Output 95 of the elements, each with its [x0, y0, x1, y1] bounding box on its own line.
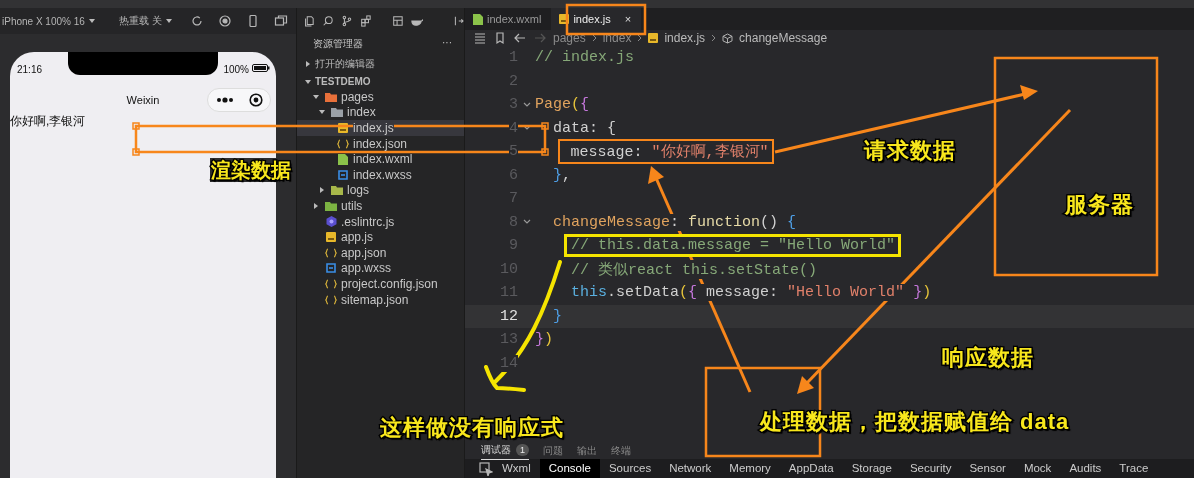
inspect-icon[interactable] [479, 461, 493, 476]
css-file-icon [338, 169, 348, 180]
panel-tab[interactable]: 输出 [577, 441, 597, 460]
editor-tab[interactable]: index.js × [551, 8, 642, 30]
caret-icon [313, 93, 319, 100]
file-icon [338, 153, 348, 165]
device-selector[interactable]: iPhone X 100% 16 [2, 15, 85, 27]
tree-item[interactable]: project.config.json [297, 276, 464, 292]
tree-item[interactable]: pages [297, 89, 464, 105]
braces-icon [325, 247, 337, 258]
caret-icon [313, 202, 319, 209]
fold-chevron-icon[interactable] [522, 101, 531, 108]
hot-reload-toggle[interactable]: 热重载 关 [118, 14, 162, 28]
list-icon[interactable] [473, 31, 487, 45]
section-header[interactable]: 打开的编辑器 [297, 54, 464, 73]
search-icon[interactable] [321, 14, 334, 28]
devtools-tab[interactable]: Memory [720, 459, 780, 478]
refresh-icon[interactable] [190, 14, 204, 28]
tree-item[interactable]: app.wxss [297, 260, 464, 277]
devtools-tab[interactable]: Security [900, 459, 961, 478]
annotation-text: 渲染数据 [210, 158, 292, 182]
caret-icon [319, 109, 325, 116]
nav-title: Weixin [126, 94, 160, 106]
tree-item[interactable]: index.js [297, 120, 464, 136]
devtools-tab[interactable]: Sources [599, 459, 661, 478]
breadcrumb-item[interactable]: pages [553, 31, 586, 45]
back-arrow-icon[interactable] [513, 31, 527, 45]
cube-icon [722, 32, 734, 44]
panel-title: 资源管理器 [313, 37, 363, 51]
devtools-tab[interactable]: Console [539, 459, 600, 478]
caret-icon [305, 61, 311, 67]
devtools-tab[interactable]: Mock [1014, 459, 1061, 478]
braces-icon [337, 138, 349, 149]
js-file-icon [648, 33, 659, 43]
breadcrumb-item[interactable]: index.js [664, 31, 706, 45]
windows-icon[interactable] [274, 14, 288, 28]
tree-item[interactable]: index.wxml [297, 151, 464, 167]
chevron-icon [637, 34, 643, 42]
js-file-icon [326, 232, 336, 243]
caret-icon [88, 18, 95, 24]
js-file-icon [559, 14, 570, 24]
panel-tab[interactable]: 问题 [543, 441, 563, 460]
annotation-text: 这样做没有响应式 [380, 416, 564, 440]
breadcrumb-item[interactable]: index [602, 31, 632, 45]
battery-icon [252, 64, 270, 72]
phone-icon[interactable] [246, 14, 260, 28]
js-file-icon [338, 123, 348, 133]
devtools-tab[interactable]: Sensor [960, 459, 1015, 478]
fold-chevron-icon[interactable] [522, 219, 531, 226]
branch-icon[interactable] [340, 14, 353, 28]
annotation-text: 请求数据 [864, 139, 956, 163]
devtools-tab[interactable]: Network [660, 459, 721, 478]
tree-item[interactable]: app.js [297, 229, 464, 245]
tree-item[interactable]: index.wxss [297, 166, 464, 183]
layout-icon[interactable] [392, 14, 405, 28]
more-button[interactable]: ··· [442, 37, 452, 51]
devtools-tab[interactable]: Audits [1060, 459, 1111, 478]
css-file-icon [326, 263, 336, 274]
braces-icon [325, 278, 337, 289]
devtools-tab[interactable]: Trace [1110, 459, 1158, 478]
chevron-icon [591, 34, 597, 42]
status-time: 21:16 [16, 63, 44, 77]
devtools-tab[interactable]: AppData [779, 459, 843, 478]
panel-tab[interactable]: 终端 [611, 441, 631, 460]
section-header[interactable]: TESTDEMO [297, 73, 464, 89]
caret-icon [305, 78, 311, 85]
files-icon[interactable] [303, 14, 315, 28]
file-icon [473, 13, 483, 25]
breadcrumb-item[interactable]: changeMessage [739, 31, 828, 45]
fold-chevron-icon[interactable] [522, 125, 531, 132]
devtools-tab[interactable]: Wxml [493, 459, 540, 478]
tree-item[interactable]: index [297, 104, 464, 121]
caret-icon [165, 18, 172, 24]
tree-item[interactable]: sitemap.json [297, 291, 464, 308]
annotation-text: 服务器 [1065, 193, 1134, 217]
page-text: 你好啊,李银河 [10, 114, 86, 128]
caret-icon [319, 187, 325, 194]
more-icon[interactable] [215, 97, 234, 103]
tree-item[interactable]: app.json [297, 244, 464, 261]
extensions-icon[interactable] [359, 14, 372, 28]
bookmark-icon[interactable] [493, 31, 507, 45]
capsule-menu[interactable] [207, 88, 271, 112]
split-icon[interactable] [452, 14, 464, 28]
tree-item[interactable]: .eslintrc.js [297, 213, 464, 230]
battery-level: 100% [223, 64, 249, 75]
hexagon-icon [325, 216, 337, 228]
editor-tab[interactable]: index.wxml [465, 8, 552, 30]
tree-item[interactable]: utils [297, 198, 464, 214]
braces-icon [325, 294, 337, 305]
annotation-text: 响应数据 [942, 346, 1034, 370]
close-target-icon[interactable] [248, 93, 263, 107]
chevron-icon [711, 34, 717, 42]
devtools-tab[interactable]: Storage [842, 459, 901, 478]
tree-item[interactable]: logs [297, 182, 464, 199]
record-icon[interactable] [218, 14, 232, 28]
